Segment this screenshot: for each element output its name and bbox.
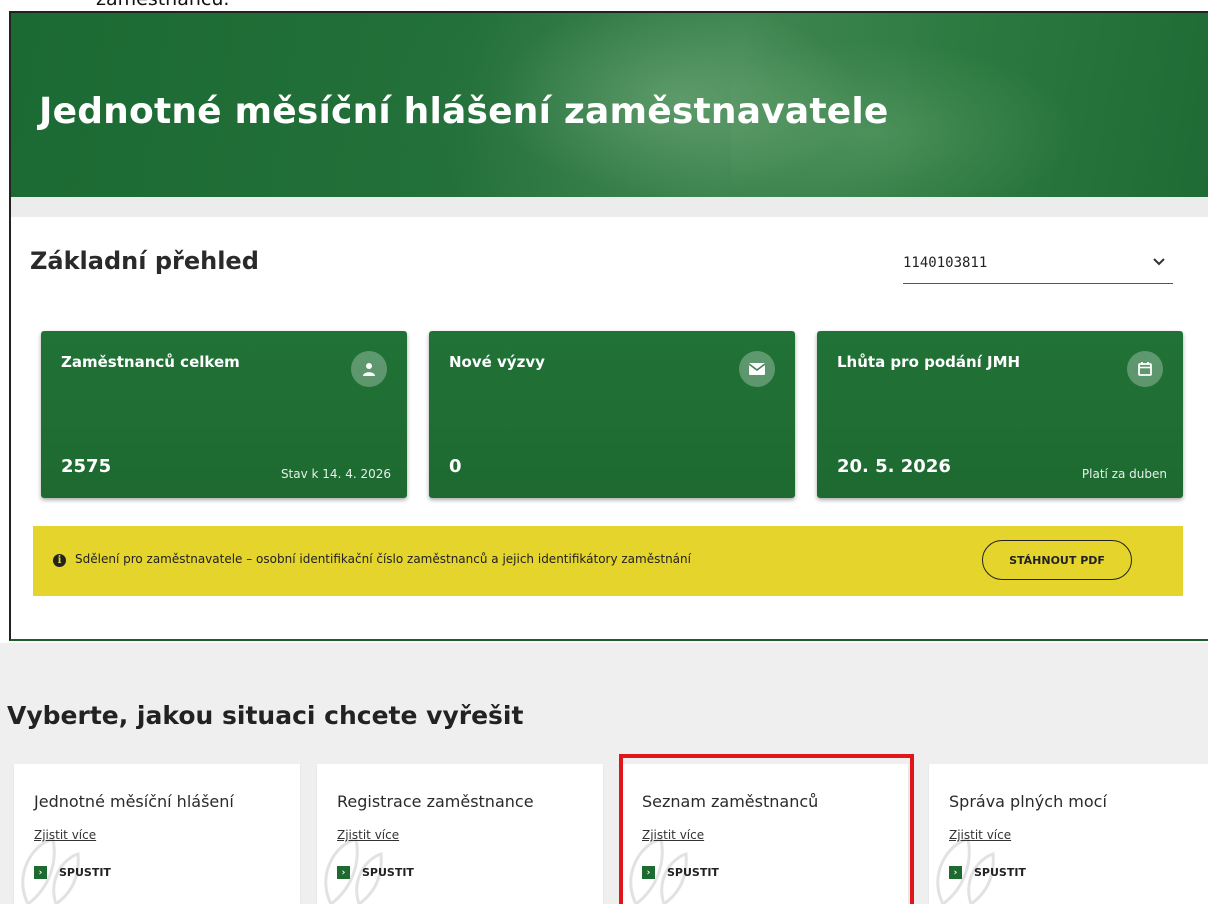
situation-tile-monthly-report: Jednotné měsíční hlášení Zjistit více › …	[14, 764, 300, 904]
card-deadline: Lhůta pro podání JMH 20. 5. 2026 Platí z…	[817, 331, 1183, 498]
card-note: Stav k 14. 4. 2026	[280, 467, 391, 481]
card-title: Zaměstnanců celkem	[61, 353, 240, 371]
learn-more-link[interactable]: Zjistit více	[337, 828, 399, 842]
run-label: SPUSTIT	[362, 866, 414, 879]
notice-text: Sdělení pro zaměstnavatele – osobní iden…	[75, 552, 691, 566]
run-button[interactable]: › SPUSTIT	[337, 866, 414, 879]
run-button[interactable]: › SPUSTIT	[642, 866, 719, 879]
situation-tile-employee-list: Seznam zaměstnanců Zjistit více › SPUSTI…	[622, 764, 908, 904]
situations-heading: Vyberte, jakou situaci chcete vyřešit	[7, 701, 524, 730]
notice-banner: i Sdělení pro zaměstnavatele – osobní id…	[33, 526, 1183, 596]
user-icon	[351, 351, 387, 387]
run-button[interactable]: › SPUSTIT	[949, 866, 1026, 879]
info-icon: i	[53, 554, 66, 567]
play-arrow-icon: ›	[642, 866, 655, 879]
hero-banner: Jednotné měsíční hlášení zaměstnavatele	[11, 13, 1208, 197]
tile-title: Správa plných mocí	[949, 792, 1107, 811]
play-arrow-icon: ›	[34, 866, 47, 879]
page-caption-fragment: zaměstnanců.	[96, 0, 229, 10]
card-value: 20. 5. 2026	[837, 456, 951, 477]
overview-heading: Základní přehled	[30, 247, 259, 275]
card-title: Lhůta pro podání JMH	[837, 353, 1021, 371]
download-pdf-button[interactable]: STÁHNOUT PDF	[982, 540, 1132, 580]
calendar-icon	[1127, 351, 1163, 387]
play-arrow-icon: ›	[949, 866, 962, 879]
tile-title: Jednotné měsíční hlášení	[34, 792, 234, 811]
card-value: 0	[449, 456, 462, 477]
situation-tile-employee-registration: Registrace zaměstnance Zjistit více › SP…	[317, 764, 603, 904]
run-label: SPUSTIT	[59, 866, 111, 879]
page-title: Jednotné měsíční hlášení zaměstnavatele	[39, 91, 889, 132]
run-label: SPUSTIT	[667, 866, 719, 879]
run-label: SPUSTIT	[974, 866, 1026, 879]
play-arrow-icon: ›	[337, 866, 350, 879]
card-note: Platí za duben	[1081, 467, 1167, 481]
card-title: Nové výzvy	[449, 353, 545, 371]
employer-select-value: 1140103811	[903, 254, 988, 271]
card-employees-total: Zaměstnanců celkem 2575 Stav k 14. 4. 20…	[41, 331, 407, 498]
employer-select[interactable]: 1140103811	[903, 248, 1173, 284]
learn-more-link[interactable]: Zjistit více	[34, 828, 96, 842]
learn-more-link[interactable]: Zjistit více	[642, 828, 704, 842]
run-button[interactable]: › SPUSTIT	[34, 866, 111, 879]
hero-divider	[11, 197, 1208, 217]
tile-title: Seznam zaměstnanců	[642, 792, 819, 811]
card-new-requests: Nové výzvy 0	[429, 331, 795, 498]
tile-title: Registrace zaměstnance	[337, 792, 534, 811]
situations-section: Vyberte, jakou situaci chcete vyřešit Je…	[0, 643, 1208, 904]
chevron-down-icon	[1153, 255, 1165, 270]
card-value: 2575	[61, 456, 112, 477]
situation-tile-power-of-attorney: Správa plných mocí Zjistit více › SPUSTI…	[929, 764, 1208, 904]
learn-more-link[interactable]: Zjistit více	[949, 828, 1011, 842]
envelope-icon	[739, 351, 775, 387]
